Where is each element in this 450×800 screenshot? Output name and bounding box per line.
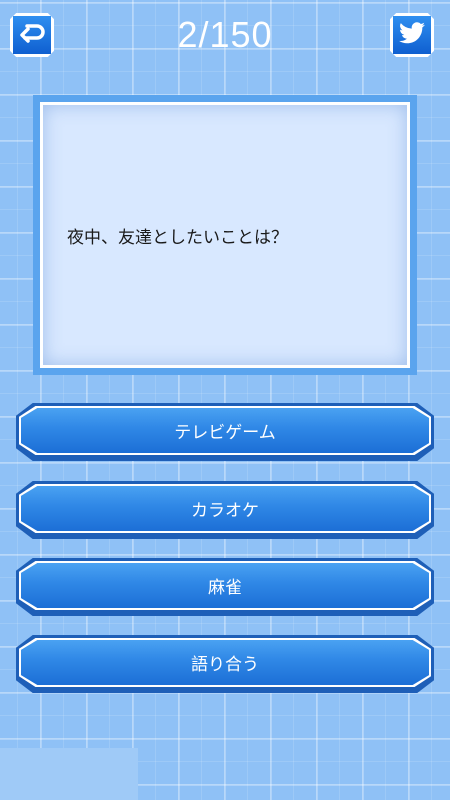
twitter-bird-icon xyxy=(399,22,425,48)
answer-button-4[interactable]: 語り合う xyxy=(16,635,434,693)
question-counter: 2/150 xyxy=(177,14,273,55)
question-panel: 夜中、友達としたいことは？ xyxy=(33,95,417,375)
answer-button-2[interactable]: カラオケ xyxy=(16,481,434,539)
answer-button-1[interactable]: テレビゲーム xyxy=(16,403,434,461)
answer-label: 語り合う xyxy=(191,655,259,675)
question-text: 夜中、友達としたいことは？ xyxy=(67,227,288,248)
twitter-share-button[interactable] xyxy=(390,13,434,57)
background-patch xyxy=(0,748,138,800)
question-box: 夜中、友達としたいことは？ xyxy=(40,102,410,368)
answer-label: テレビゲーム xyxy=(174,423,276,443)
answer-label: カラオケ xyxy=(191,501,259,521)
answer-label: 麻雀 xyxy=(208,578,242,598)
answer-button-3[interactable]: 麻雀 xyxy=(16,558,434,616)
